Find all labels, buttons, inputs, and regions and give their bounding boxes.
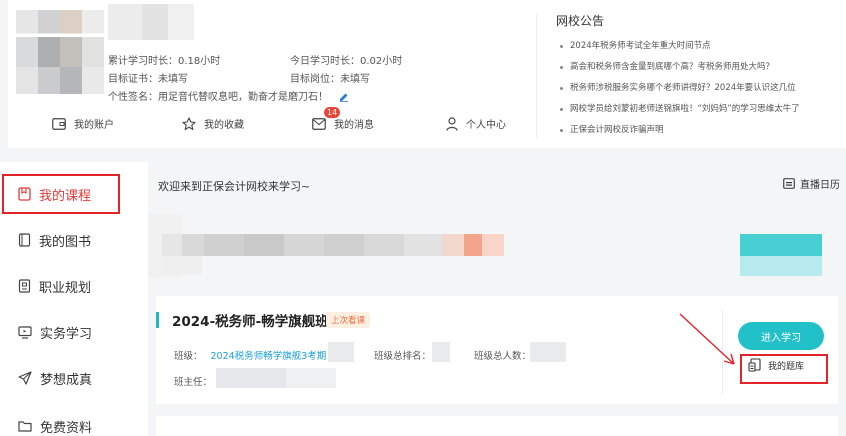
profile-card: 累计学习时长：0.18小时 今日学习时长：0.02小时 目标证书：未填写 目标岗… [8,0,846,148]
target-job-label: 目标岗位： [290,74,340,85]
book-icon [18,233,31,247]
username-blurred [108,4,194,40]
class-extra-blurred [328,342,354,362]
avatar[interactable] [16,10,104,94]
sidebar-item-label: 职业规划 [39,280,92,296]
sidebar-item-my-books[interactable]: 我的图书 [0,220,148,260]
nav-my-messages-label: 我的消息 [334,120,374,131]
count-value-blurred [530,342,566,362]
calendar-icon [783,178,795,189]
banner-blurred[interactable] [148,214,828,278]
course-accent-bar [156,312,159,328]
notice-item[interactable]: 高会和税务师含金量到底哪个高？考税务师用处大吗？ [560,57,800,78]
study-today-value: 0.02小时 [360,56,403,67]
teacher-extra-blurred [286,368,336,388]
target-cert: 目标证书：未填写 [108,70,188,85]
sidebar-item-practice-study[interactable]: 实务学习 [0,312,148,352]
annotation-arrow [679,313,735,365]
notice-list: 2024年税务师考试全年重大时间节点 高会和税务师含金量到底哪个高？考税务师用处… [560,36,800,141]
main-content: 欢迎来到正保会计网校来学习~ 直播日历 2024-税务师-畅学旗舰班 上次看课 … [148,162,846,436]
question-bank-icon [748,358,761,372]
sidebar-item-label: 实务学习 [40,326,93,342]
live-calendar-link[interactable]: 直播日历 [783,176,840,191]
sidebar: 我的课程 我的图书 职业规划 实务学习 梦想成真 免费资料 [0,162,148,436]
sidebar-item-career-plan[interactable]: 职业规划 [0,266,148,306]
my-question-bank-label: 我的题库 [768,361,805,372]
nav-personal-center-label: 个人中心 [466,120,506,131]
annotation-highlight-box [2,174,120,214]
signature-label: 个性签名： [108,92,158,103]
live-calendar-label: 直播日历 [800,180,840,191]
monitor-icon [18,325,32,339]
study-today: 今日学习时长：0.02小时 [290,52,402,67]
star-icon [182,116,196,130]
wallet-icon [52,117,66,130]
nav-personal-center[interactable]: 个人中心 [446,116,506,131]
count-label: 班级总人数： [474,351,532,362]
folder-icon [18,421,32,432]
signature: 个性签名：用足音代替叹息吧，勤奋才是磨刀石！ [108,88,349,103]
target-cert-value: 未填写 [158,74,188,85]
nav-my-account[interactable]: 我的账户 [52,116,114,131]
plan-icon [18,279,31,293]
notice-item[interactable]: 2024年税务师考试全年重大时间节点 [560,36,800,57]
notice-title: 网校公告 [556,14,605,28]
study-total-value: 0.18小时 [178,56,221,67]
notice-divider [536,14,537,138]
study-total-label: 累计学习时长： [108,56,178,67]
target-job-value: 未填写 [340,74,370,85]
sidebar-item-label: 我的图书 [39,234,92,250]
rank-value-blurred [432,342,450,362]
teacher-label: 班主任： [174,377,213,388]
notice-item[interactable]: 正保会计网校反诈骗声明 [560,120,800,141]
class-value[interactable]: 2024税务师畅学旗舰3考期 [211,351,327,362]
notice-item[interactable]: 网校学员给刘蒙初老师送锦旗啦！“刘妈妈”的学习思维太牛了 [560,99,800,120]
course-card-next [156,416,838,436]
nav-my-favorites[interactable]: 我的收藏 [182,116,244,131]
teacher-name-blurred [216,368,286,388]
welcome-text: 欢迎来到正保会计网校来学习~ [158,180,311,193]
nav-my-messages[interactable]: 14 我的消息 [312,106,374,131]
target-job: 目标岗位：未填写 [290,70,370,85]
paper-plane-icon [18,371,32,385]
class-label: 班级： [174,351,203,362]
enter-study-button[interactable]: 进入学习 [738,322,824,350]
sidebar-item-label: 梦想成真 [40,372,93,388]
mail-icon [312,117,326,130]
message-count-badge: 14 [324,106,341,118]
my-question-bank-link[interactable]: 我的题库 [748,358,804,372]
sidebar-item-label: 免费资料 [40,420,93,436]
nav-my-favorites-label: 我的收藏 [204,120,244,131]
sidebar-item-free-materials[interactable]: 免费资料 [0,406,148,436]
target-cert-label: 目标证书： [108,74,158,85]
class-info: 班级： 2024税务师畅学旗舰3考期 [174,348,326,362]
notice-item[interactable]: 税务师涉税服务实务哪个老师讲得好？2024年要认识这几位 [560,78,800,99]
study-today-label: 今日学习时长： [290,56,360,67]
signature-value: 用足音代替叹息吧，勤奋才是磨刀石！ [158,92,328,103]
user-icon [446,116,458,131]
edit-pencil-icon[interactable] [339,92,349,102]
nav-my-account-label: 我的账户 [74,120,114,131]
sidebar-item-dream-come-true[interactable]: 梦想成真 [0,358,148,398]
study-total: 累计学习时长：0.18小时 [108,52,220,67]
rank-label: 班级总排名： [374,351,432,362]
course-title[interactable]: 2024-税务师-畅学旗舰班 [172,310,329,330]
last-watched-tag: 上次看课 [326,312,371,328]
